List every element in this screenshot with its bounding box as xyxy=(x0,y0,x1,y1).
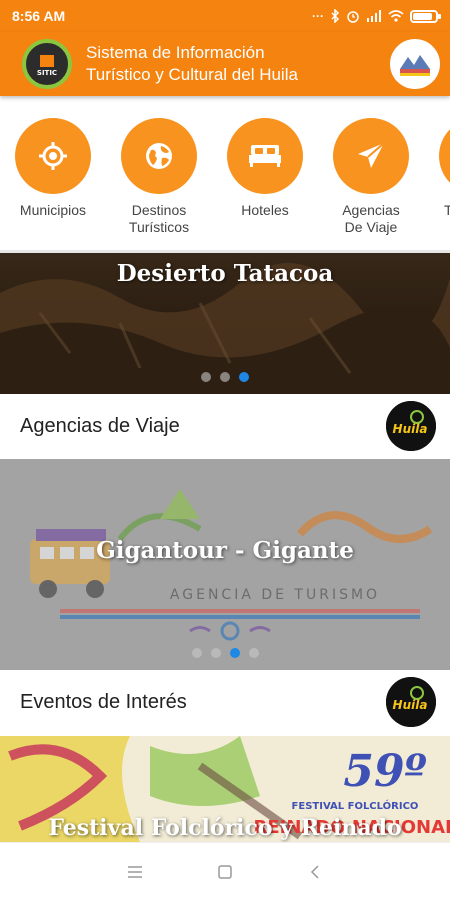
eventos-caption: Festival Folclórico y Reinado xyxy=(48,815,402,841)
status-bar: 8:56 AM ··· xyxy=(0,0,450,32)
home-icon[interactable] xyxy=(210,857,240,887)
huila-badge-icon[interactable]: Huila xyxy=(386,677,436,727)
agencias-section-title: Agencias de Viaje xyxy=(20,414,180,437)
agencias-caption: Gigantour - Gigante xyxy=(96,537,354,564)
category-label: Hoteles xyxy=(241,202,289,218)
eventos-section-title: Eventos de Interés xyxy=(20,690,187,713)
category-label: Agencias De Viaje xyxy=(342,202,400,235)
poster-number: 59º xyxy=(343,746,426,797)
carousel-dot-active[interactable] xyxy=(239,372,249,382)
partial-category-icon xyxy=(439,118,450,194)
bluetooth-icon xyxy=(331,9,340,23)
category-row: Municipios Destinos Turísticos Hoteles A… xyxy=(0,96,450,250)
category-hoteles[interactable]: Hoteles xyxy=(215,118,315,219)
status-time: 8:56 AM xyxy=(12,8,66,24)
huila-badge-text: Huila xyxy=(393,422,428,436)
category-partial[interactable]: T xyxy=(427,118,450,219)
agencias-section-header: Agencias de Viaje Huila xyxy=(0,394,450,458)
huila-badge-icon[interactable]: Huila xyxy=(386,401,436,451)
huila-badge-text: Huila xyxy=(393,698,428,712)
sitic-logo-icon: SITIC xyxy=(22,39,72,89)
svg-text:SITIC: SITIC xyxy=(37,69,57,77)
status-icons: ··· xyxy=(312,9,441,23)
carousel-dot[interactable] xyxy=(191,648,202,658)
notification-dots: ··· xyxy=(312,9,324,23)
battery-icon xyxy=(410,9,441,23)
paper-plane-icon xyxy=(333,118,409,194)
gigantour-subtitle: AGENCIA DE TURISMO xyxy=(170,587,380,603)
agencias-carousel[interactable]: AGENCIA DE TURISMO Gigantour - Gigante xyxy=(0,459,450,670)
signal-icon xyxy=(367,10,381,22)
location-target-icon xyxy=(15,118,91,194)
bed-icon xyxy=(227,118,303,194)
menu-icon[interactable] xyxy=(120,857,150,887)
android-nav-bar xyxy=(0,842,450,900)
globe-icon xyxy=(121,118,197,194)
battery-level xyxy=(413,12,432,20)
app-title-line2: Turístico y Cultural del Huila xyxy=(86,65,298,84)
carousel-dots xyxy=(0,648,450,658)
destinos-carousel[interactable]: Desierto Tatacoa xyxy=(0,253,450,394)
category-label: T xyxy=(444,202,450,218)
app-title-line1: Sistema de Información xyxy=(86,43,265,62)
huila-logo-icon[interactable] xyxy=(390,39,440,89)
category-municipios[interactable]: Municipios xyxy=(3,118,103,219)
carousel-dot-active[interactable] xyxy=(229,648,240,658)
gigantour-logo-image: AGENCIA DE TURISMO xyxy=(0,459,450,670)
carousel-dot[interactable] xyxy=(201,372,211,382)
eventos-carousel[interactable]: 59º FESTIVAL FOLCLÓRICO REINADO NACIONAL… xyxy=(0,736,450,842)
category-agencias[interactable]: Agencias De Viaje xyxy=(321,118,421,236)
back-icon[interactable] xyxy=(300,857,330,887)
carousel-dots xyxy=(0,372,450,382)
carousel-dot[interactable] xyxy=(210,648,221,658)
destinos-caption: Desierto Tatacoa xyxy=(116,260,334,287)
app-title: Sistema de Información Turístico y Cultu… xyxy=(86,42,390,86)
category-label: Municipios xyxy=(19,202,87,218)
carousel-dot[interactable] xyxy=(220,372,230,382)
carousel-dot[interactable] xyxy=(248,648,259,658)
category-destinos[interactable]: Destinos Turísticos xyxy=(109,118,209,236)
wifi-icon xyxy=(388,10,404,22)
alarm-icon xyxy=(347,11,359,23)
app-header: SITIC Sistema de Información Turístico y… xyxy=(0,32,450,96)
eventos-section-header: Eventos de Interés Huila xyxy=(0,670,450,734)
category-label: Destinos Turísticos xyxy=(128,202,190,235)
poster-line1: FESTIVAL FOLCLÓRICO xyxy=(292,799,419,812)
